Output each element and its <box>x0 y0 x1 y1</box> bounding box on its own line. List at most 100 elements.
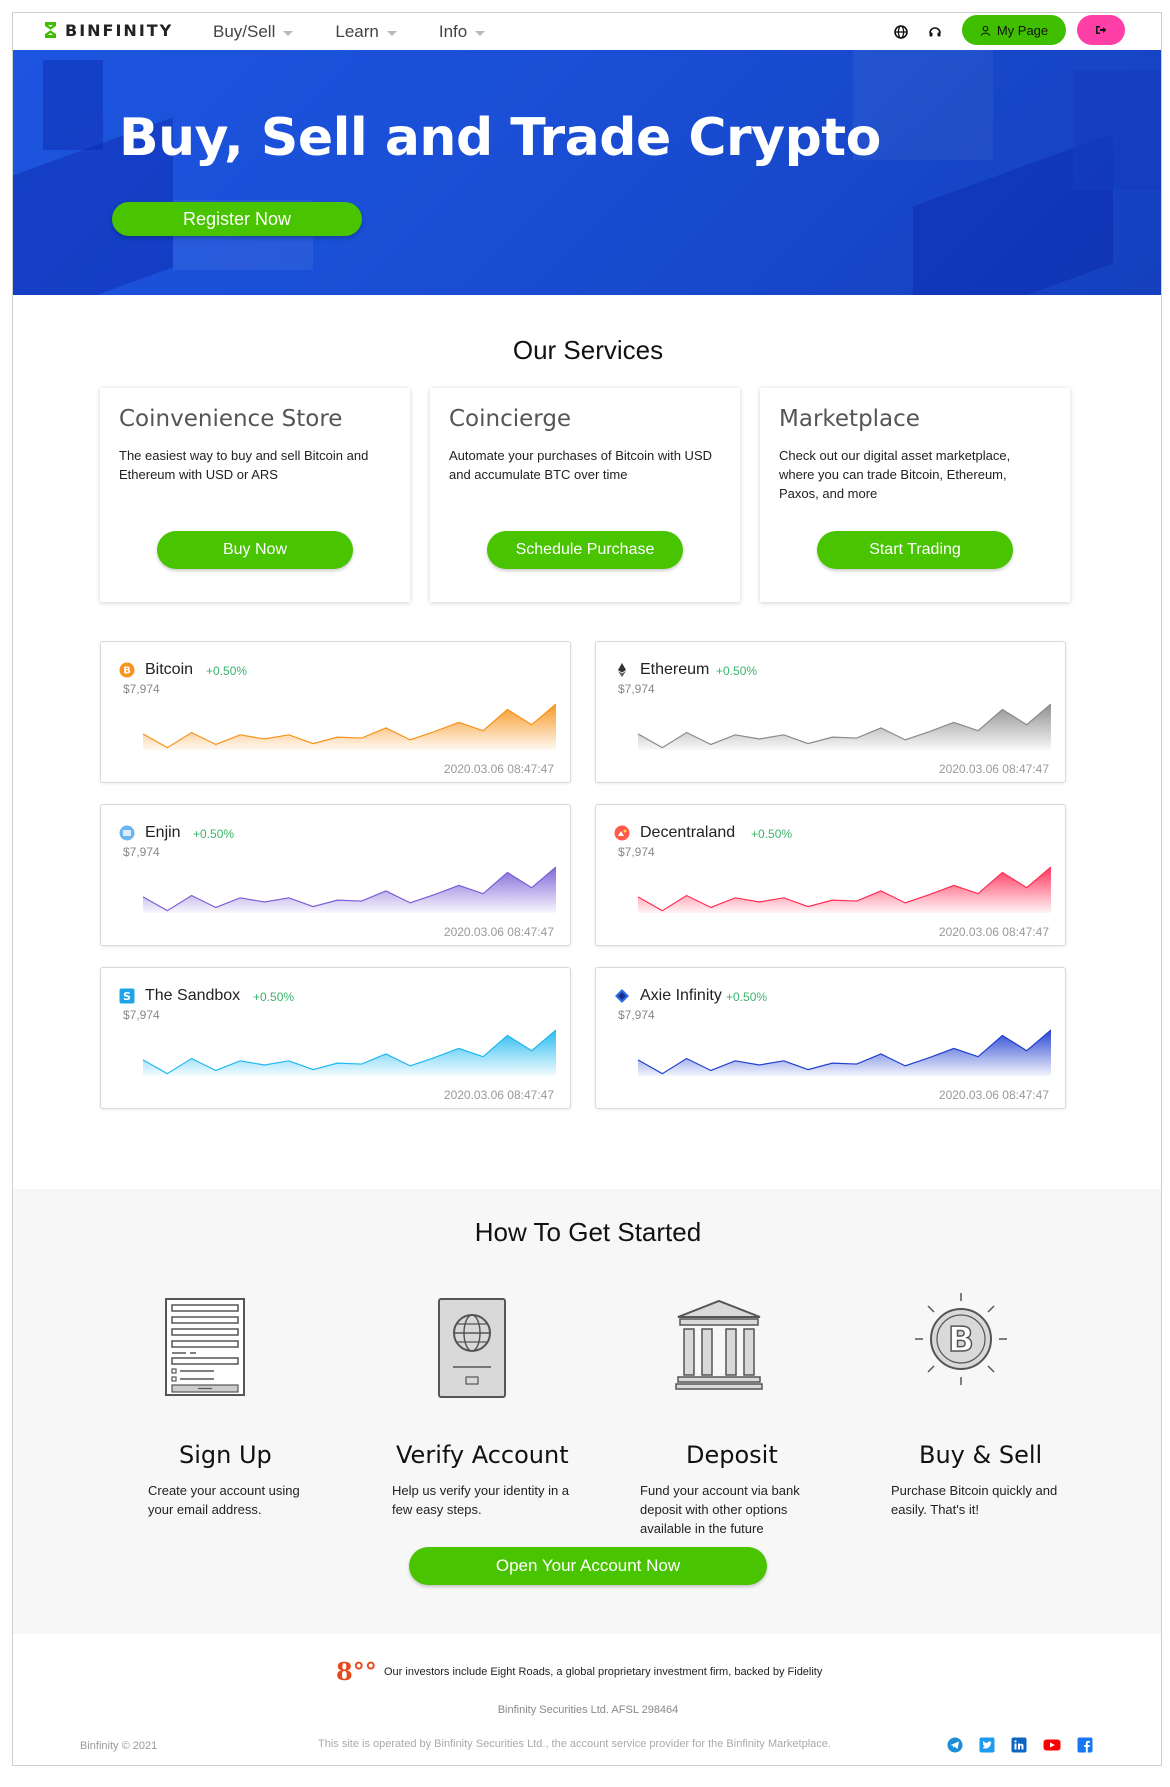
services-title: Our Services <box>512 335 664 365</box>
main-nav: Buy/Sell Learn Info <box>213 22 486 42</box>
coin-change: +0.50% <box>716 664 758 678</box>
top-header: BINFINITY Buy/Sell Learn Info My Page <box>13 13 1161 50</box>
coin-name: Decentraland <box>640 824 736 841</box>
twitter-icon[interactable] <box>979 1737 995 1753</box>
step-description: Help us verify your identity in a few ea… <box>392 1483 570 1517</box>
afsl-note: Binfinity Securities Ltd. AFSL 298464 <box>497 1704 679 1716</box>
brand-name: BINFINITY <box>65 20 174 40</box>
coin-card-sandbox[interactable]: S The Sandbox +0.50% $7,974 2020.03.06 0… <box>100 967 571 1109</box>
hero-title: Buy, Sell and Trade Crypto <box>119 108 881 168</box>
nav-info[interactable]: Info <box>438 22 486 42</box>
step-description: Fund your account via bank deposit with … <box>640 1483 800 1536</box>
schedule-purchase-button[interactable]: Schedule Purchase <box>487 531 683 569</box>
facebook-icon[interactable] <box>1077 1737 1093 1753</box>
chart-area <box>638 1030 1051 1076</box>
start-trading-button[interactable]: Start Trading <box>817 531 1013 569</box>
globe-icon[interactable] <box>893 24 909 40</box>
chart-area <box>638 704 1051 750</box>
user-icon <box>980 25 991 36</box>
logout-button[interactable] <box>1077 15 1125 45</box>
coin-timestamp: 2020.03.06 08:47:47 <box>443 1088 554 1102</box>
my-page-button[interactable]: My Page <box>962 15 1066 45</box>
youtube-icon[interactable] <box>1043 1737 1061 1753</box>
ethereum-icon <box>618 663 626 677</box>
chart-area <box>143 704 556 750</box>
coin-price-chart <box>142 703 556 750</box>
nav-buy-sell[interactable]: Buy/Sell <box>213 22 294 42</box>
coin-timestamp: 2020.03.06 08:47:47 <box>938 762 1049 776</box>
coin-card-ethereum[interactable]: Ethereum +0.50% $7,974 2020.03.06 08:47:… <box>595 641 1066 783</box>
chevron-down-icon <box>386 30 397 36</box>
coin-name: Axie Infinity <box>640 987 722 1004</box>
service-title: Marketplace <box>779 406 920 432</box>
nav-label: Info <box>438 22 468 41</box>
coin-change: +0.50% <box>206 664 248 678</box>
coin-change: +0.50% <box>253 990 295 1004</box>
coin-name: Ethereum <box>640 661 710 678</box>
svg-text:S: S <box>123 990 131 1003</box>
bank-icon <box>675 1299 763 1390</box>
operator-note: This site is operated by Binfinity Secur… <box>318 1738 831 1750</box>
chart-area <box>638 867 1051 913</box>
binfinity-logo-icon <box>45 22 56 38</box>
telegram-icon[interactable] <box>947 1737 963 1753</box>
hero-decor-shape <box>43 60 103 150</box>
coin-change: +0.50% <box>193 827 235 841</box>
chart-area <box>143 867 556 913</box>
coin-price-chart <box>637 866 1051 913</box>
coin-timestamp: 2020.03.06 08:47:47 <box>443 762 554 776</box>
service-card-coincierge: Coincierge Automate your purchases of Bi… <box>430 388 740 602</box>
coin-timestamp: 2020.03.06 08:47:47 <box>443 925 554 939</box>
coin-name: Bitcoin <box>145 661 194 678</box>
svg-text:B: B <box>948 1320 974 1360</box>
coin-card-bitcoin[interactable]: B Bitcoin +0.50% $7,974 2020.03.06 08:47… <box>100 641 571 783</box>
service-title: Coincierge <box>449 406 572 432</box>
coin-timestamp: 2020.03.06 08:47:47 <box>938 1088 1049 1102</box>
decentraland-icon <box>614 825 630 841</box>
nav-learn[interactable]: Learn <box>335 22 397 42</box>
eight-roads-logo: 8°° <box>336 1657 377 1686</box>
howto-title: How To Get Started <box>474 1217 702 1247</box>
coin-card-decentraland[interactable]: Decentraland +0.50% $7,974 2020.03.06 08… <box>595 804 1066 946</box>
nav-label: Learn <box>335 22 379 41</box>
step-title: Buy & Sell <box>919 1441 1043 1469</box>
service-description: Check out our digital asset marketplace,… <box>779 448 1011 501</box>
investors-note: Our investors include Eight Roads, a glo… <box>384 1666 823 1678</box>
service-card-marketplace: Marketplace Check out our digital asset … <box>760 388 1070 602</box>
svg-text:B: B <box>123 666 131 677</box>
bitcoin-coin-icon: B <box>915 1293 1007 1385</box>
bitcoin-icon: B <box>119 662 135 678</box>
enjin-icon <box>119 825 135 841</box>
step-title: Deposit <box>686 1441 778 1469</box>
hero-banner: Buy, Sell and Trade Crypto Register Now <box>13 50 1161 295</box>
form-document-icon <box>165 1298 245 1396</box>
copyright: Binfinity © 2021 <box>80 1740 158 1752</box>
coin-price-chart <box>637 1029 1051 1076</box>
register-now-button[interactable]: Register Now <box>112 202 362 236</box>
brand-logo[interactable]: BINFINITY <box>43 20 173 40</box>
coin-name: The Sandbox <box>145 987 241 1004</box>
step-title: Verify Account <box>396 1441 569 1469</box>
chevron-down-icon <box>283 30 294 36</box>
step-description: Create your account using your email add… <box>148 1483 300 1517</box>
step-description: Purchase Bitcoin quickly and easily. Tha… <box>891 1483 1058 1517</box>
axie-icon <box>615 989 629 1003</box>
service-title: Coinvenience Store <box>119 406 343 432</box>
buy-now-button[interactable]: Buy Now <box>157 531 353 569</box>
chevron-down-icon <box>475 30 486 36</box>
open-account-button[interactable]: Open Your Account Now <box>409 1547 767 1585</box>
coin-card-axie-infinity[interactable]: Axie Infinity +0.50% $7,974 2020.03.06 0… <box>595 967 1066 1109</box>
coin-change: +0.50% <box>751 827 793 841</box>
coin-name: Enjin <box>145 824 181 841</box>
step-title: Sign Up <box>179 1441 272 1469</box>
coin-change: +0.50% <box>726 990 768 1004</box>
chart-area <box>143 1030 556 1076</box>
my-page-label: My Page <box>996 22 1049 38</box>
support-headset-icon[interactable] <box>927 24 943 40</box>
passport-icon <box>438 1298 506 1398</box>
coin-card-enjin[interactable]: Enjin +0.50% $7,974 2020.03.06 08:47:47 <box>100 804 571 946</box>
linkedin-icon[interactable] <box>1011 1737 1027 1753</box>
logout-icon <box>1096 26 1107 34</box>
coin-price-chart <box>637 703 1051 750</box>
coin-price-chart <box>142 866 556 913</box>
